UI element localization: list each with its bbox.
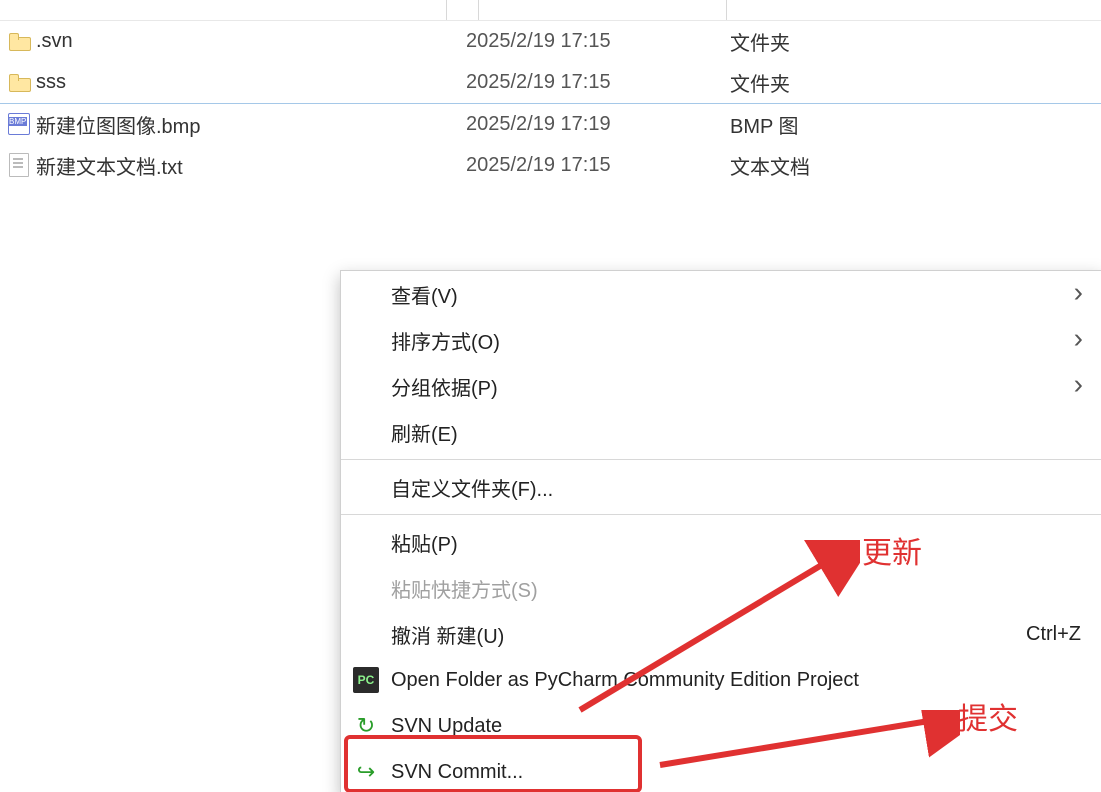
- file-date: 2025/2/19 17:15: [466, 30, 730, 53]
- folder-icon: [6, 74, 32, 90]
- menu-refresh[interactable]: 刷新(E): [341, 409, 1101, 455]
- file-name: 新建文本文档.txt: [36, 151, 466, 180]
- menu-group[interactable]: 分组依据(P) ›: [341, 363, 1101, 409]
- menu-label: 自定义文件夹(F)...: [391, 473, 553, 502]
- menu-label: Open Folder as PyCharm Community Edition…: [391, 669, 859, 692]
- menu-view[interactable]: 查看(V) ›: [341, 271, 1101, 317]
- file-row[interactable]: .svn 2025/2/19 17:15 文件夹: [0, 21, 1101, 62]
- menu-label: 粘贴快捷方式(S): [391, 574, 538, 603]
- file-date: 2025/2/19 17:15: [466, 71, 730, 94]
- file-type: 文件夹: [730, 68, 790, 97]
- pycharm-icon: PC: [353, 667, 379, 693]
- bmp-file-icon: [6, 113, 32, 135]
- menu-separator: [341, 459, 1101, 460]
- menu-paste-shortcut: 粘贴快捷方式(S): [341, 565, 1101, 611]
- file-type: 文件夹: [730, 27, 790, 56]
- file-name: sss: [36, 71, 466, 94]
- submenu-arrow-icon: ›: [1074, 276, 1083, 308]
- file-name: .svn: [36, 30, 466, 53]
- menu-label: 查看(V): [391, 280, 458, 309]
- submenu-arrow-icon: ›: [1074, 322, 1083, 354]
- file-row[interactable]: sss 2025/2/19 17:15 文件夹: [0, 62, 1101, 103]
- menu-label: 分组依据(P): [391, 372, 498, 401]
- folder-icon: [6, 33, 32, 49]
- txt-file-icon: [6, 153, 32, 177]
- file-row[interactable]: 新建文本文档.txt 2025/2/19 17:15 文本文档: [0, 145, 1101, 186]
- file-date: 2025/2/19 17:19: [466, 113, 730, 136]
- menu-open-pycharm[interactable]: PC Open Folder as PyCharm Community Edit…: [341, 657, 1101, 703]
- menu-customize-folder[interactable]: 自定义文件夹(F)...: [341, 464, 1101, 510]
- menu-sort[interactable]: 排序方式(O) ›: [341, 317, 1101, 363]
- context-menu: 查看(V) › 排序方式(O) › 分组依据(P) › 刷新(E) 自定义文件夹…: [340, 270, 1101, 792]
- menu-label: SVN Commit...: [391, 761, 523, 784]
- menu-label: 刷新(E): [391, 418, 458, 447]
- menu-svn-commit[interactable]: ↪ SVN Commit...: [341, 749, 1101, 792]
- menu-label: SVN Update: [391, 715, 502, 738]
- menu-label: 粘贴(P): [391, 528, 458, 557]
- file-name: 新建位图图像.bmp: [36, 110, 466, 139]
- svn-update-icon: ↻: [353, 713, 379, 739]
- file-list: .svn 2025/2/19 17:15 文件夹 sss 2025/2/19 1…: [0, 0, 1101, 186]
- column-header-separator: [0, 0, 1101, 21]
- menu-paste[interactable]: 粘贴(P): [341, 519, 1101, 565]
- file-type: 文本文档: [730, 151, 810, 180]
- menu-label: 排序方式(O): [391, 326, 500, 355]
- menu-shortcut: Ctrl+Z: [1026, 623, 1081, 646]
- menu-svn-update[interactable]: ↻ SVN Update: [341, 703, 1101, 749]
- menu-separator: [341, 514, 1101, 515]
- file-row[interactable]: 新建位图图像.bmp 2025/2/19 17:19 BMP 图: [0, 104, 1101, 145]
- file-type: BMP 图: [730, 110, 799, 139]
- menu-label: 撤消 新建(U): [391, 620, 504, 649]
- submenu-arrow-icon: ›: [1074, 368, 1083, 400]
- svn-commit-icon: ↪: [353, 759, 379, 785]
- file-date: 2025/2/19 17:15: [466, 154, 730, 177]
- menu-undo[interactable]: 撤消 新建(U) Ctrl+Z: [341, 611, 1101, 657]
